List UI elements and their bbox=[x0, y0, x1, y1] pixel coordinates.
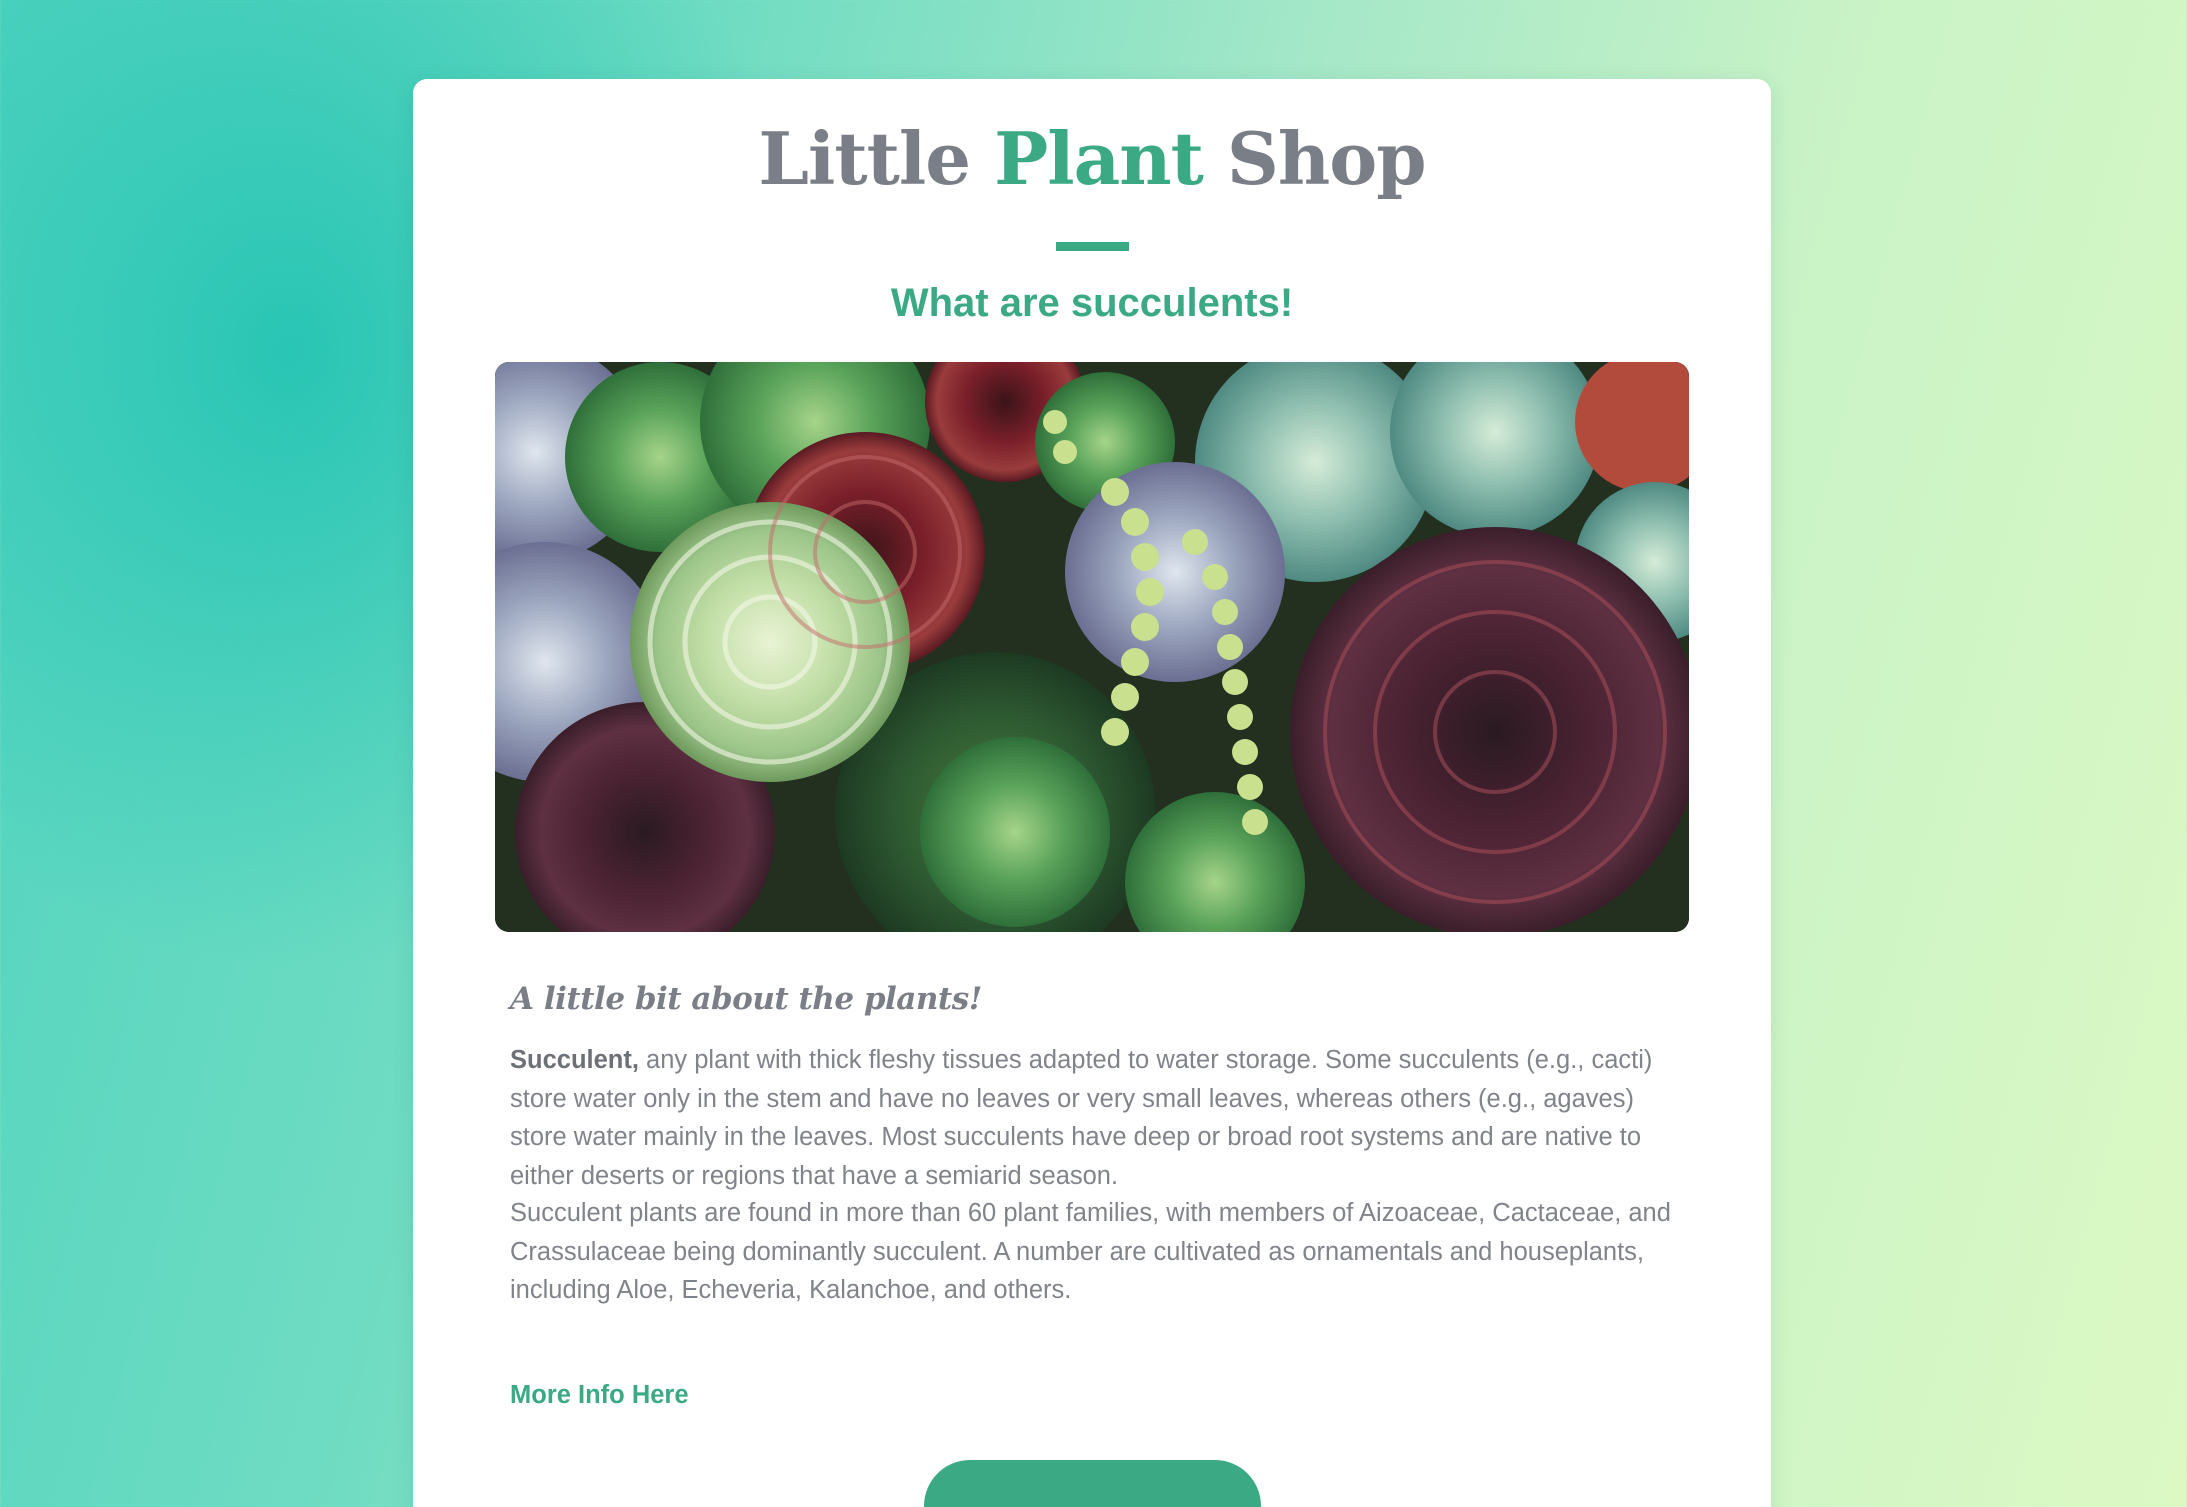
title-divider bbox=[1056, 242, 1129, 251]
content-card: Little Plant Shop What are succulents! A… bbox=[413, 79, 1771, 1507]
logo-text-2: Shop bbox=[1202, 116, 1427, 201]
logo-text-1: Little bbox=[758, 116, 995, 201]
about-paragraph-2: Succulent plants are found in more than … bbox=[510, 1199, 1671, 1304]
cta-button[interactable] bbox=[924, 1460, 1261, 1507]
succulent-term: Succulent, bbox=[510, 1046, 639, 1074]
site-logo: Little Plant Shop bbox=[413, 123, 1771, 195]
about-paragraph-1-text: any plant with thick fleshy tissues adap… bbox=[510, 1046, 1653, 1190]
about-paragraph-1: Succulent, any plant with thick fleshy t… bbox=[510, 1041, 1680, 1195]
logo-text-accent: Plant bbox=[994, 116, 1204, 201]
succulents-photo bbox=[495, 362, 1689, 932]
page-subtitle: What are succulents! bbox=[890, 281, 1294, 325]
more-info-link[interactable]: More Info Here bbox=[510, 1381, 689, 1410]
about-heading: A little bit about the plants! bbox=[510, 981, 982, 1017]
